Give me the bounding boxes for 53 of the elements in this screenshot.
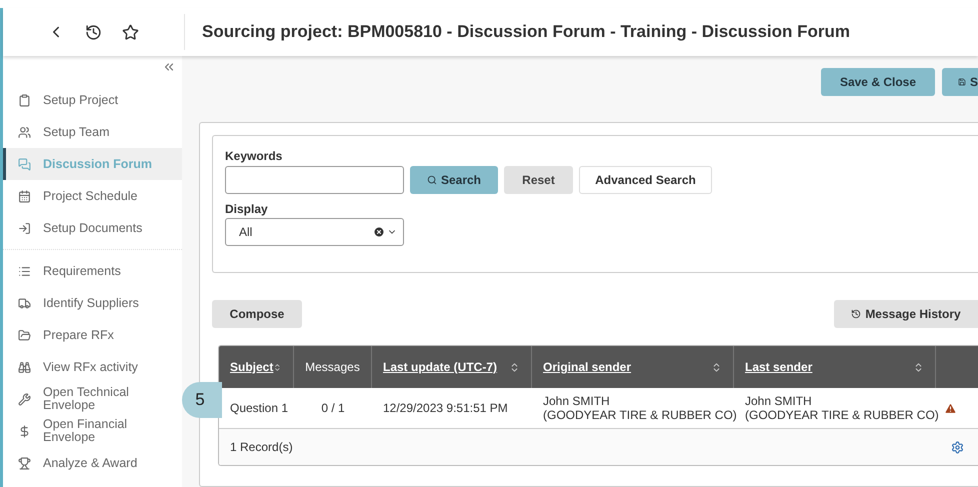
column-header[interactable]: Original sender [532, 346, 734, 388]
table-cell-text: John SMITH (GOODYEAR TIRE & RUBBER CO) [542, 393, 734, 424]
column-header: Messages [294, 346, 372, 388]
sidebar-item[interactable]: View RFx activity [3, 351, 182, 383]
step-callout: 5 [182, 382, 222, 418]
settings-icon[interactable] [951, 440, 964, 454]
table-cell-text: John SMITH (GOODYEAR TIRE & RUBBER CO) [744, 393, 936, 424]
sidebar-item[interactable]: Setup Documents [3, 212, 182, 244]
clipboard-icon [18, 94, 31, 106]
column-header[interactable]: Last sender [734, 346, 936, 388]
search-button[interactable]: Search [410, 166, 498, 194]
star-icon[interactable] [122, 24, 139, 40]
calendar-icon [18, 190, 31, 202]
team-icon [18, 126, 31, 138]
history-icon[interactable] [85, 24, 102, 40]
search-icon [426, 175, 437, 185]
display-select[interactable]: All [225, 218, 404, 246]
save-icon [958, 77, 966, 87]
clear-icon[interactable] [373, 226, 385, 238]
sidebar-item[interactable]: Project Schedule [3, 180, 182, 212]
sidebar-item[interactable]: Open Technical Envelope [3, 383, 182, 415]
advanced-search-button[interactable]: Advanced Search [579, 166, 712, 194]
sidebar-item[interactable]: Setup Team [3, 116, 182, 148]
message-history-button[interactable]: Message History [834, 300, 978, 328]
chat-icon [18, 158, 31, 170]
sidebar-item[interactable]: Open Financial Envelope [3, 415, 182, 447]
display-label: Display [225, 201, 269, 218]
import-icon [18, 222, 31, 234]
table-cell-text: 0 / 1 [320, 400, 346, 417]
list-icon [18, 264, 31, 278]
reset-button[interactable]: Reset [504, 166, 573, 194]
record-count: 1 Record(s) [230, 439, 294, 456]
sidebar-item[interactable]: Requirements [3, 255, 182, 287]
table-cell-text: 12/29/2023 9:51:51 PM [382, 400, 509, 417]
sidebar-item[interactable]: Identify Suppliers [3, 287, 182, 319]
compose-button[interactable]: Compose [212, 300, 302, 328]
column-header[interactable]: Last update (UTC-7) [372, 346, 532, 388]
wrench-icon [18, 392, 31, 406]
trophy-icon [18, 456, 31, 470]
sidebar-item[interactable]: Prepare RFx [3, 319, 182, 351]
keywords-label: Keywords [225, 148, 284, 165]
keywords-field[interactable] [225, 166, 404, 194]
sidebar-item[interactable]: Analyze & Award [3, 447, 182, 479]
sidebar-item[interactable]: Setup Project [3, 84, 182, 116]
truck-icon [18, 296, 31, 310]
folder-icon [18, 328, 31, 342]
table-cell-text: Question 1 [229, 400, 290, 417]
save-close-button[interactable]: Save & Close [820, 68, 935, 96]
binoculars-icon [18, 360, 31, 374]
history-icon [851, 309, 862, 319]
page-title: Sourcing project: BPM005810 - Discussion Forum - Training - Discussion Forum [201, 21, 850, 44]
dollar-icon [18, 424, 31, 438]
save-button[interactable]: S [942, 68, 978, 96]
